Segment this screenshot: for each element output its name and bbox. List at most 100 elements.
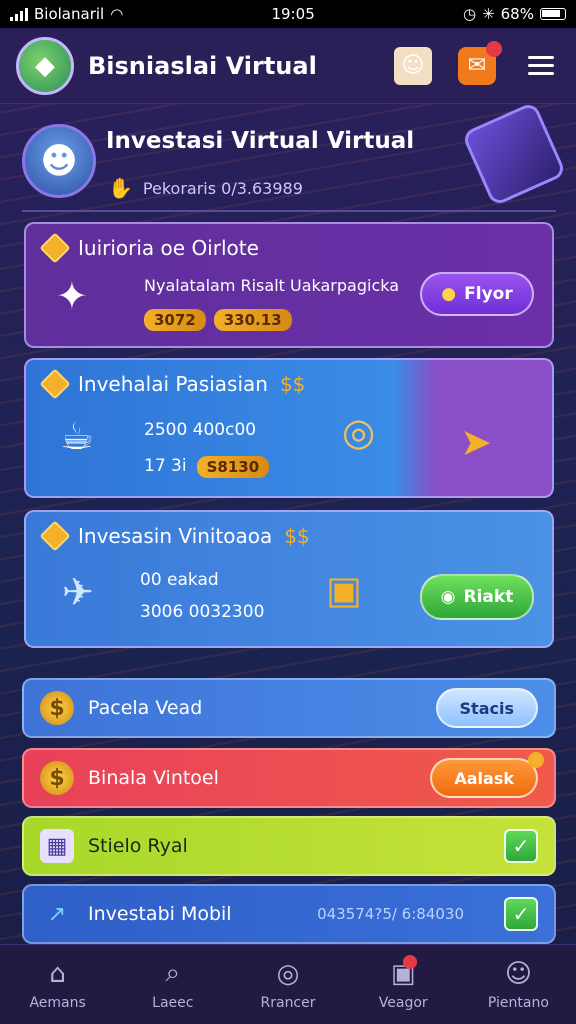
card-line-2: 17 3i S8130 [144,456,270,478]
card-line-1: 2500 400c00 [144,420,257,440]
compass-icon: ◎ [276,958,300,989]
card-title: Invehalai Pasiasian $$ [39,368,306,400]
app-header: ◆ Bisniaslai Virtual ☺ ✉ [0,28,576,104]
coins-icon: $$ [279,372,306,396]
home-icon: ⌂ [49,958,66,989]
card-title: Iuirioria oe Oirlote [39,232,259,264]
card-line-2: 3006 0032300 [140,602,265,622]
nav-label: Laeec [152,995,194,1011]
card-title-text: Invehalai Pasiasian [78,372,268,396]
card-title-text: Invesasin Vinitoaoa [78,524,273,548]
profile-subtitle: ✋ Pekoraris 0/3.63989 [108,176,303,200]
coins-icon: $$ [284,524,310,548]
nav-item-home[interactable]: ⌂ Aemans [0,945,115,1024]
diamond-icon [39,520,71,552]
list-item-label: Stielo Ryal [88,835,188,857]
carrier-name: Biolanaril [34,5,105,23]
card-line-1: 00 eakad [140,570,219,590]
wifi-icon: ◠ [110,5,124,23]
menu-button[interactable] [522,47,560,85]
coin-icon: ● [441,284,457,304]
nav-label: Aemans [29,994,86,1011]
nav-label: Veagor [378,994,428,1011]
aalask-button-label: Aalask [454,768,514,788]
nav-item-explore[interactable]: ◎ Rrancer [230,945,345,1024]
trophy-icon: ☕ [60,414,95,458]
status-time: 19:05 [271,5,315,23]
nav-item-search[interactable]: ⌕ Laeec [115,945,230,1024]
profile-icon-button[interactable]: ☺ [394,46,432,85]
investment-card[interactable]: Invesasin Vinitoaoa $$ ✈ 00 eakad 3006 0… [24,510,554,648]
app-title: Bisniaslai Virtual [88,51,317,80]
status-bar: Biolanaril ◠ 19:05 ◷ ✳ 68% [0,0,576,28]
chart-icon: ↗ [47,901,67,927]
divider [22,210,556,212]
main-content: ☻ Investasi Virtual Virtual ✋ Pekoraris … [0,101,576,944]
diamond-icon [39,368,71,400]
list-item[interactable]: ↗ Investabi Mobil 043574?5/ 6:84030 ✓ [22,884,556,944]
stacis-button[interactable]: Stacis [435,688,538,728]
notifications-button[interactable]: ✉ [458,40,502,85]
app-logo[interactable]: ◆ [16,36,74,95]
status-left: Biolanaril ◠ [10,5,123,23]
value-pill: 3072 [144,309,206,331]
search-icon: ⌕ [165,958,181,988]
bottom-nav: ⌂ Aemans ⌕ Laeec ◎ Rrancer ▣ Veagor ☺ Pi… [0,944,576,1024]
profile-section: ☻ Investasi Virtual Virtual ✋ Pekoraris … [22,101,567,218]
dollar-coin-icon: $ [40,691,74,725]
hand-icon: ✋ [108,176,133,200]
value-pill: S8130 [196,456,270,478]
list-item[interactable]: ▦ Stielo Ryal ✓ [22,816,556,876]
nav-item-wallet[interactable]: ▣ Veagor [346,945,461,1024]
list-item[interactable]: $ Pacela Vead Stacis [22,678,556,738]
notification-badge [486,40,502,57]
list-item[interactable]: $ Binala Vintoel Aalask [22,748,556,808]
riakt-button-label: Riakt [463,587,514,607]
signal-icon [10,7,28,21]
location-icon: ◉ [440,587,456,607]
nav-label: Pientano [487,994,549,1011]
coins-icon: $ [40,761,74,795]
card-title: Invesasin Vinitoaoa $$ [39,520,310,552]
profile-name: Investasi Virtual Virtual [106,128,415,154]
aalask-button[interactable]: Aalask [430,752,544,798]
profile-subtitle-text: Pekoraris 0/3.63989 [142,178,303,198]
chip-icon: ▦ [40,829,74,863]
status-right: ◷ ✳ 68% [463,5,566,23]
star-stack-icon: ✦ [56,274,88,318]
value-pill: 330.13 [213,309,292,331]
list-item-extra: 043574?5/ 6:84030 [317,905,464,923]
card-desc: Nyalatalam Risalt Uakarpagicka 3072 330.… [144,276,399,331]
card-desc-text: Nyalatalam Risalt Uakarpagicka [144,276,400,295]
nav-item-profile[interactable]: ☺ Pientano [461,945,576,1024]
notification-badge [402,955,417,969]
chat-icon: ✉ [467,53,487,78]
user-icon: ☺ [504,958,532,989]
card-title-text: Iuirioria oe Oirlote [78,236,259,260]
battery-icon [539,8,566,20]
investment-card[interactable]: Iuirioria oe Oirlote ✦ Nyalatalam Risalt… [24,222,554,348]
rocket-icon: ✈ [62,570,94,614]
diamond-icon [39,232,71,264]
globe-icon: ◎ [342,410,376,454]
hamburger-icon [528,56,554,75]
list-item-label: Binala Vintoel [88,767,219,789]
check-icon[interactable]: ✓ [504,897,538,931]
list-item-label: Investabi Mobil [88,903,232,925]
rocket-icon: ➤ [460,420,492,464]
user-avatar[interactable]: ☻ [22,124,96,198]
flyor-button[interactable]: ● Flyor [420,272,534,316]
battery-percent: 68% [500,5,534,23]
riakt-button[interactable]: ◉ Riakt [420,574,534,620]
card-line-2-text: 17 3i [144,456,187,476]
check-icon[interactable]: ✓ [504,829,538,863]
alarm-icon: ◷ [462,5,477,23]
nav-label: Rrancer [260,994,316,1011]
bluetooth-icon: ✳ [482,5,495,23]
flyor-button-label: Flyor [464,284,513,304]
investment-card[interactable]: Invehalai Pasiasian $$ ☕ 2500 400c00 17 … [24,358,554,498]
card-pills: 3072 330.13 [144,309,399,331]
alert-badge [528,752,544,768]
list-item-label: Pacela Vead [88,697,203,719]
coin-stack-icon: ▣ [326,568,362,612]
